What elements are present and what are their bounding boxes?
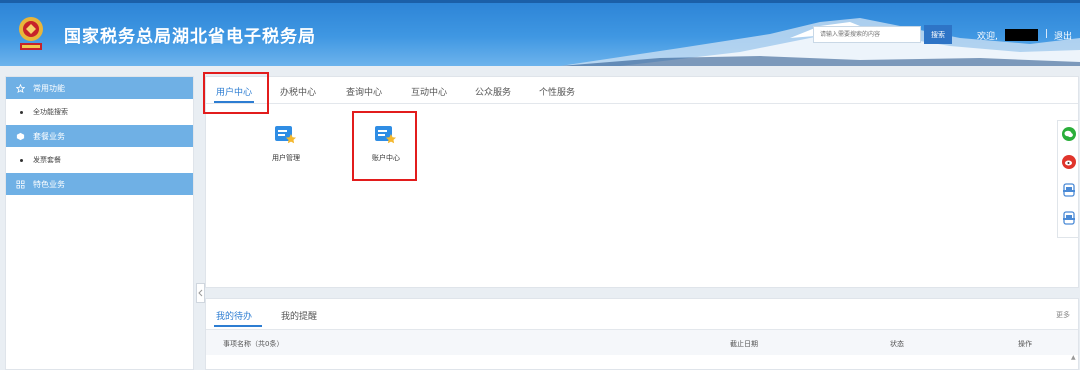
- tax-emblem-icon: [19, 17, 43, 50]
- sidebar: 常用功能 全功能搜索 套餐业务 发票套餐 特色业务: [5, 76, 194, 370]
- sidebar-item-label: 发票套餐: [33, 156, 61, 164]
- star-icon: [16, 83, 25, 93]
- user-card-icon: [275, 126, 296, 144]
- site-title: 国家税务总局湖北省电子税务局: [64, 27, 316, 47]
- app-icon[interactable]: [1062, 211, 1076, 225]
- header-top-line: [0, 0, 1080, 3]
- chevron-left-icon: [198, 289, 203, 297]
- cube-icon: [16, 132, 25, 140]
- sidebar-item-label: 全功能搜索: [33, 108, 68, 116]
- bullet-icon: [20, 110, 23, 114]
- search-button[interactable]: 搜索: [924, 25, 952, 44]
- column-header-item: 事项名称（共0条）: [223, 340, 284, 348]
- todo-panel: 我的待办 我的提醒 更多 事项名称（共0条） 截止日期 状态 操作: [205, 298, 1079, 370]
- active-tab-indicator: [214, 325, 262, 327]
- weibo-icon[interactable]: [1062, 155, 1076, 169]
- wechat-icon[interactable]: [1062, 127, 1076, 141]
- sidebar-item-full-search[interactable]: 全功能搜索: [6, 99, 193, 125]
- tab-my-reminder[interactable]: 我的提醒: [281, 309, 317, 322]
- sidebar-collapse-button[interactable]: [196, 283, 205, 303]
- tab-personal-service[interactable]: 个性服务: [539, 85, 575, 98]
- welcome-text: 欢迎,: [977, 32, 998, 42]
- sidebar-group-label: 特色业务: [33, 179, 65, 189]
- todo-table-header: 事项名称（共0条） 截止日期 状态 操作: [206, 329, 1078, 355]
- tab-tax-center[interactable]: 办税中心: [280, 85, 316, 98]
- scroll-up-arrow[interactable]: ▲: [1071, 354, 1076, 361]
- header-separator: |: [1045, 29, 1049, 39]
- tab-public-service[interactable]: 公众服务: [475, 85, 511, 98]
- column-header-status: 状态: [890, 340, 904, 348]
- sidebar-group-common[interactable]: 常用功能: [6, 77, 193, 99]
- username-redacted: [1005, 29, 1038, 41]
- more-link[interactable]: 更多: [1056, 310, 1070, 320]
- grid-icon: [16, 180, 25, 188]
- main-panel: 用户中心 办税中心 查询中心 互动中心 公众服务 个性服务 用户管理 账户中心: [205, 76, 1079, 288]
- highlight-box-user-center: [203, 72, 269, 114]
- search-input[interactable]: [813, 26, 921, 43]
- column-header-action: 操作: [1018, 340, 1032, 348]
- tab-interaction-center[interactable]: 互动中心: [411, 85, 447, 98]
- highlight-box-account-center: [352, 111, 417, 181]
- sidebar-group-special[interactable]: 特色业务: [6, 173, 193, 195]
- tab-query-center[interactable]: 查询中心: [346, 85, 382, 98]
- sidebar-item-invoice-package[interactable]: 发票套餐: [6, 147, 193, 173]
- page-header: 国家税务总局湖北省电子税务局 搜索 欢迎, | 退出: [0, 0, 1080, 66]
- sidebar-group-package[interactable]: 套餐业务: [6, 125, 193, 147]
- app-user-management[interactable]: 用户管理: [256, 123, 316, 163]
- app-label: 用户管理: [272, 154, 300, 162]
- sidebar-group-label: 常用功能: [33, 83, 65, 93]
- logout-link[interactable]: 退出: [1054, 29, 1072, 42]
- bullet-icon: [20, 158, 23, 162]
- floating-toolbar: [1057, 120, 1079, 238]
- sidebar-group-label: 套餐业务: [33, 131, 65, 141]
- app-icon[interactable]: [1062, 183, 1076, 197]
- main-tabs: 用户中心 办税中心 查询中心 互动中心 公众服务 个性服务: [206, 77, 1078, 104]
- tab-my-todo[interactable]: 我的待办: [216, 309, 252, 322]
- column-header-deadline: 截止日期: [730, 340, 758, 348]
